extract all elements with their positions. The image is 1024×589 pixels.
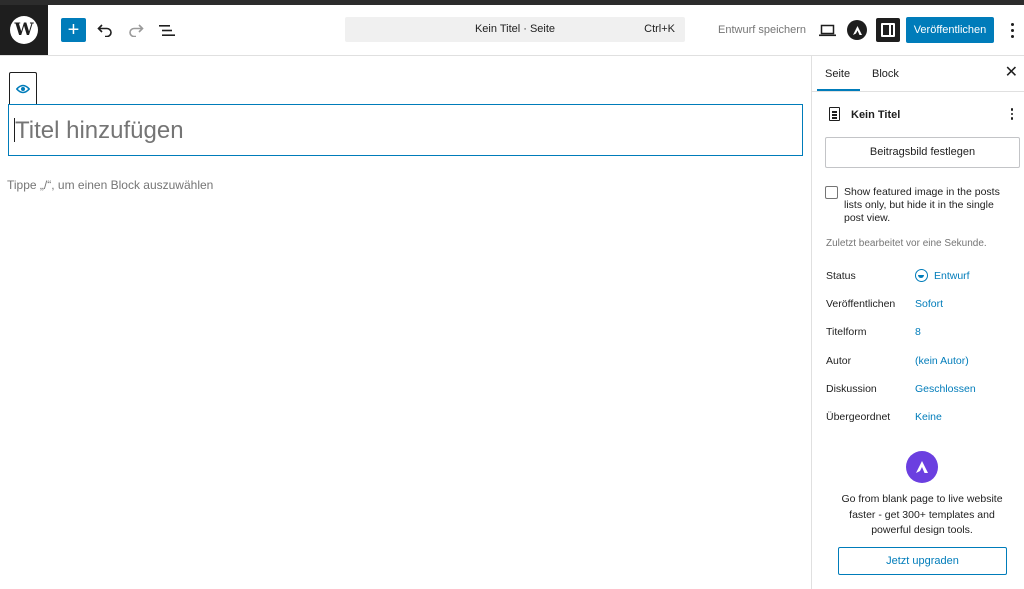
- editor-header: W + Kein Titel · Seite Ctrl+K Entwurf sp…: [0, 5, 1024, 56]
- post-title-field[interactable]: Titel hinzufügen: [8, 104, 803, 156]
- featured-image-list-only-checkbox[interactable]: [825, 186, 838, 199]
- command-shortcut: Ctrl+K: [644, 23, 675, 35]
- set-featured-image-button[interactable]: Beitragsbild festlegen: [825, 137, 1020, 168]
- astra-icon: [916, 461, 928, 473]
- page-icon-line: [832, 114, 837, 116]
- meta-row-status: Status Entwurf: [826, 269, 1016, 284]
- publish-date-value[interactable]: Sofort: [915, 298, 943, 310]
- meta-row-publish: Veröffentlichen Sofort: [826, 298, 1016, 312]
- wordpress-logo[interactable]: W: [0, 5, 48, 55]
- document-summary: Kein Titel: [827, 106, 1017, 122]
- undo-icon: [97, 24, 112, 37]
- status-value[interactable]: Entwurf: [934, 270, 970, 282]
- more-vertical-icon-dot: [1010, 117, 1014, 120]
- document-actions-button[interactable]: [1007, 108, 1017, 120]
- redo-button[interactable]: [125, 19, 147, 41]
- author-value[interactable]: (kein Autor): [915, 355, 969, 367]
- redo-icon: [129, 24, 144, 37]
- more-vertical-icon-dot: [1010, 28, 1014, 32]
- draft-status-icon: [915, 269, 928, 282]
- meta-label: Übergeordnet: [826, 411, 891, 423]
- more-vertical-icon: [1010, 108, 1014, 111]
- editor-canvas: Titel hinzufügen Tippe „/“, um einen Blo…: [0, 56, 811, 589]
- more-vertical-icon: [1010, 22, 1014, 26]
- tab-block[interactable]: Block: [872, 68, 899, 80]
- meta-label: Autor: [826, 355, 852, 367]
- page-icon: [829, 107, 840, 121]
- sidebar-tabs: Seite Block ✕: [812, 56, 1024, 92]
- settings-sidebar: Seite Block ✕ Kein Titel Beitragsbild fe…: [811, 56, 1024, 589]
- draft-status-icon-fill: [918, 275, 924, 278]
- post-title-placeholder: Titel hinzufügen: [15, 117, 184, 144]
- close-icon[interactable]: ✕: [1005, 65, 1018, 81]
- parent-value[interactable]: Keine: [915, 411, 942, 423]
- more-vertical-icon-dot: [1010, 112, 1014, 115]
- astra-icon: [852, 25, 862, 35]
- page-icon-line: [832, 111, 837, 113]
- options-menu-button[interactable]: [1005, 19, 1019, 41]
- plus-icon: +: [67, 19, 80, 41]
- meta-row-discussion: Diskussion Geschlossen: [826, 383, 1016, 397]
- desktop-preview-icon: [818, 24, 836, 36]
- command-bar-title: Kein Titel · Seite: [474, 23, 556, 35]
- page-icon-line: [832, 117, 837, 119]
- last-edited-text: Zuletzt bearbeitet vor eine Sekunde.: [826, 238, 987, 249]
- wordpress-logo-letter: W: [14, 19, 34, 40]
- save-draft-button[interactable]: Entwurf speichern: [718, 24, 806, 36]
- discussion-value[interactable]: Geschlossen: [915, 383, 976, 395]
- settings-sidebar-toggle[interactable]: [876, 18, 900, 42]
- block-appender-hint[interactable]: Tippe „/“, um einen Block auszuwählen: [7, 178, 213, 192]
- meta-label: Veröffentlichen: [826, 298, 896, 310]
- eye-icon: [16, 84, 30, 93]
- active-tab-indicator: [817, 89, 860, 91]
- tab-page[interactable]: Seite: [825, 68, 850, 80]
- add-block-button[interactable]: +: [61, 18, 86, 42]
- upgrade-button[interactable]: Jetzt upgraden: [838, 547, 1007, 575]
- visibility-toolbar-button[interactable]: [9, 72, 37, 104]
- settings-sidebar-icon-bar: [889, 23, 891, 37]
- meta-row-author: Autor (kein Autor): [826, 355, 1016, 369]
- meta-label: Diskussion: [826, 383, 877, 395]
- command-bar[interactable]: Kein Titel · Seite Ctrl+K: [345, 17, 685, 42]
- settings-sidebar-icon: [881, 23, 895, 37]
- undo-button[interactable]: [94, 19, 116, 41]
- preview-button[interactable]: [816, 19, 838, 41]
- list-view-button[interactable]: [156, 19, 178, 41]
- document-title: Kein Titel: [851, 109, 901, 121]
- publish-button[interactable]: Veröffentlichen: [906, 17, 994, 43]
- meta-row-slug: Titelform 8: [826, 326, 1016, 340]
- meta-label: Status: [826, 270, 856, 282]
- astra-settings-button[interactable]: [847, 20, 867, 40]
- more-vertical-icon-dot: [1010, 34, 1014, 38]
- list-view-icon: [159, 24, 175, 36]
- meta-label: Titelform: [826, 326, 867, 338]
- astra-logo: [906, 451, 938, 483]
- meta-row-parent: Übergeordnet Keine: [826, 411, 1016, 425]
- wordpress-icon: W: [10, 16, 38, 44]
- slug-value[interactable]: 8: [915, 326, 921, 338]
- promo-text: Go from blank page to live website faste…: [841, 493, 1003, 536]
- featured-image-checkbox-label: Show featured image in the posts lists o…: [844, 186, 1000, 224]
